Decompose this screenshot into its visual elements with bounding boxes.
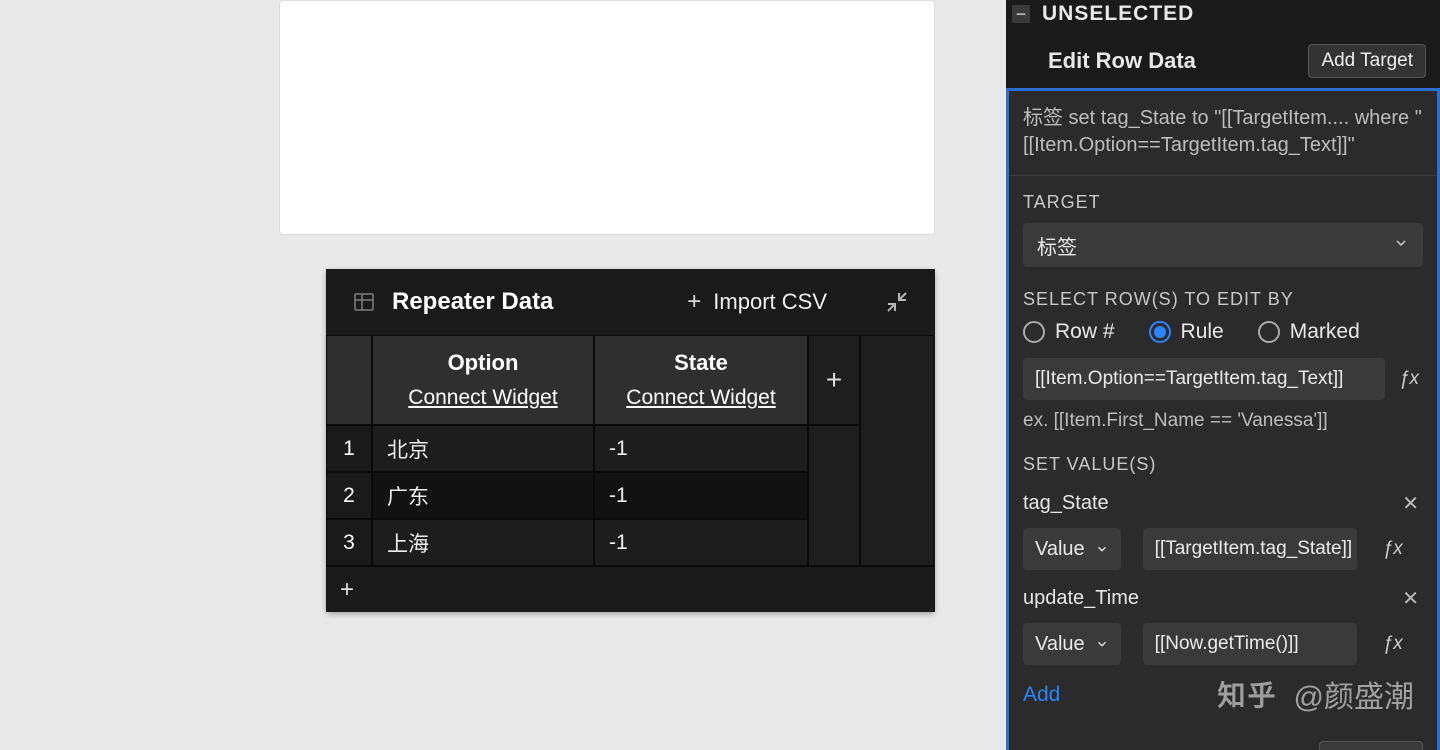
row-index: 2: [326, 472, 372, 519]
radio-marked[interactable]: Marked: [1258, 320, 1360, 344]
radio-dot-icon: [1023, 321, 1045, 343]
add-column-spacer: [808, 425, 860, 566]
repeater-footer: +: [326, 566, 935, 612]
value-expression-input[interactable]: [[Now.getTime()]]: [1143, 623, 1357, 665]
chevron-down-icon: [1095, 637, 1109, 651]
plus-icon: +: [687, 288, 701, 316]
repeater-header: Repeater Data + Import CSV: [326, 269, 935, 335]
table-header-state: State Connect Widget: [594, 335, 808, 425]
add-row-button[interactable]: +: [340, 576, 354, 604]
value-row-tag-state: tag_State ✕: [1023, 489, 1423, 518]
value-expression-input[interactable]: [[TargetItem.tag_State]]: [1143, 528, 1357, 570]
connect-widget-link[interactable]: Connect Widget: [408, 386, 557, 410]
import-csv-label: Import CSV: [713, 289, 827, 315]
action-config-body: 标签 set tag_State to "[[TargetItem.... wh…: [1006, 88, 1440, 750]
radio-label: Row #: [1055, 320, 1115, 344]
radio-dot-icon: [1258, 321, 1280, 343]
set-values-section: SET VALUE(S) tag_State ✕ Value [[TargetI…: [1009, 438, 1437, 713]
select-rows-section: SELECT ROW(S) TO EDIT BY Row # Rule Mark…: [1009, 273, 1437, 438]
panel-footer: Delete Done: [1009, 713, 1437, 750]
action-header: Edit Row Data Add Target: [1006, 34, 1440, 88]
column-name: Option: [448, 350, 519, 376]
table-header-option: Option Connect Widget: [372, 335, 594, 425]
connect-widget-link[interactable]: Connect Widget: [626, 386, 775, 410]
radio-rule[interactable]: Rule: [1149, 320, 1224, 344]
cell-option[interactable]: 上海: [372, 519, 594, 566]
chevron-down-icon: [1393, 234, 1409, 257]
action-description: 标签 set tag_State to "[[TargetItem.... wh…: [1009, 91, 1437, 176]
interaction-panel: − UNSELECTED Edit Row Data Add Target 标签…: [1006, 0, 1440, 750]
row-index: 1: [326, 425, 372, 472]
done-button[interactable]: Done: [1319, 741, 1423, 750]
fx-icon[interactable]: ƒx: [1395, 365, 1423, 393]
radio-label: Marked: [1290, 320, 1360, 344]
value-type-label: Value: [1035, 538, 1085, 561]
collapse-case-button[interactable]: −: [1012, 5, 1030, 23]
target-section: TARGET 标签: [1009, 176, 1437, 273]
target-label: TARGET: [1023, 192, 1423, 213]
cell-option[interactable]: 广东: [372, 472, 594, 519]
import-csv-button[interactable]: + Import CSV: [687, 288, 827, 316]
cell-state[interactable]: -1: [594, 472, 808, 519]
value-row-update-time: update_Time ✕: [1023, 584, 1423, 613]
select-rows-label: SELECT ROW(S) TO EDIT BY: [1023, 289, 1423, 310]
case-name: UNSELECTED: [1042, 2, 1194, 26]
add-column-button[interactable]: +: [808, 335, 860, 425]
radio-label: Rule: [1181, 320, 1224, 344]
cell-option[interactable]: 北京: [372, 425, 594, 472]
chevron-down-icon: [1095, 542, 1109, 556]
value-type-select[interactable]: Value: [1023, 623, 1121, 665]
action-title: Edit Row Data: [1048, 48, 1196, 74]
add-target-button[interactable]: Add Target: [1308, 44, 1426, 78]
cell-state[interactable]: -1: [594, 519, 808, 566]
fx-icon[interactable]: ƒx: [1379, 535, 1407, 563]
value-name: update_Time: [1023, 587, 1139, 610]
value-type-label: Value: [1035, 633, 1085, 656]
rule-input[interactable]: [[Item.Option==TargetItem.tag_Text]]: [1023, 358, 1385, 400]
radio-dot-icon: [1149, 321, 1171, 343]
column-name: State: [674, 350, 728, 376]
cell-state[interactable]: -1: [594, 425, 808, 472]
target-select[interactable]: 标签: [1023, 223, 1423, 267]
case-header: − UNSELECTED: [1006, 0, 1440, 34]
collapse-icon[interactable]: [885, 290, 909, 314]
repeater-data-panel: Repeater Data + Import CSV Option Connec…: [326, 269, 935, 612]
canvas-placeholder: [279, 0, 935, 235]
rule-hint: ex. [[Item.First_Name == 'Vanessa']]: [1023, 410, 1423, 432]
table-icon: [352, 290, 376, 314]
set-values-label: SET VALUE(S): [1023, 454, 1423, 475]
repeater-title: Repeater Data: [392, 288, 553, 316]
table-gap: [860, 335, 934, 566]
remove-value-button[interactable]: ✕: [1398, 489, 1423, 518]
remove-value-button[interactable]: ✕: [1398, 584, 1423, 613]
radio-row-number[interactable]: Row #: [1023, 320, 1115, 344]
repeater-table: Option Connect Widget State Connect Widg…: [326, 335, 935, 566]
target-value: 标签: [1037, 231, 1077, 260]
value-type-select[interactable]: Value: [1023, 528, 1121, 570]
value-name: tag_State: [1023, 492, 1109, 515]
fx-icon[interactable]: ƒx: [1379, 630, 1407, 658]
table-header-index: [326, 335, 372, 425]
row-index: 3: [326, 519, 372, 566]
radio-group: Row # Rule Marked: [1023, 320, 1423, 344]
add-value-link[interactable]: Add: [1023, 683, 1060, 707]
